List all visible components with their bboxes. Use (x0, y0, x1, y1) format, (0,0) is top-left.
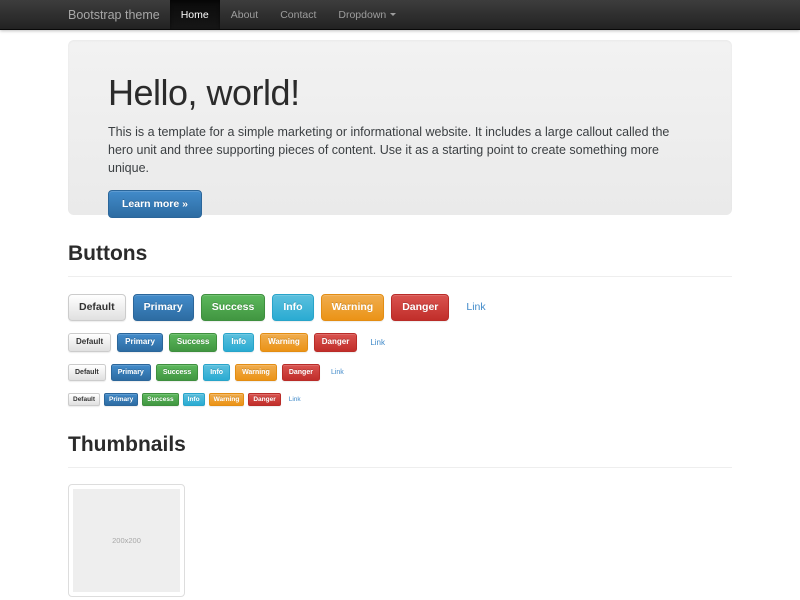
button-primary-lg[interactable]: Primary (133, 294, 194, 321)
button-link-lg[interactable]: Link (456, 295, 495, 320)
button-danger-sm[interactable]: Danger (282, 364, 320, 381)
button-primary-xs[interactable]: Primary (104, 393, 138, 406)
button-row-extra-small: Default Primary Success Info Warning Dan… (68, 393, 732, 406)
button-info-md[interactable]: Info (223, 333, 254, 353)
button-info-lg[interactable]: Info (272, 294, 313, 321)
learn-more-button[interactable]: Learn more » (108, 190, 202, 218)
button-link-xs[interactable]: Link (285, 394, 305, 405)
button-warning-lg[interactable]: Warning (321, 294, 385, 321)
button-danger-xs[interactable]: Danger (248, 393, 280, 406)
nav-item-dropdown-label: Dropdown (338, 0, 386, 30)
navbar-nav: Home About Contact Dropdown (170, 0, 408, 29)
button-danger-lg[interactable]: Danger (391, 294, 449, 321)
button-success-xs[interactable]: Success (142, 393, 178, 406)
nav-item-about[interactable]: About (220, 0, 269, 29)
button-success-md[interactable]: Success (169, 333, 217, 353)
button-row-small: Default Primary Success Info Warning Dan… (68, 364, 732, 381)
button-row-large: Default Primary Success Info Warning Dan… (68, 294, 732, 321)
button-link-sm[interactable]: Link (325, 366, 350, 380)
navbar: Bootstrap theme Home About Contact Dropd… (0, 0, 800, 30)
hero-unit: Hello, world! This is a template for a s… (68, 40, 732, 215)
button-warning-md[interactable]: Warning (260, 333, 308, 353)
button-info-sm[interactable]: Info (203, 364, 230, 381)
buttons-section-heading: Buttons (68, 242, 732, 277)
button-danger-md[interactable]: Danger (314, 333, 358, 353)
button-link-md[interactable]: Link (363, 333, 392, 351)
thumbnail[interactable]: 200x200 (68, 484, 185, 597)
nav-item-contact[interactable]: Contact (269, 0, 327, 29)
nav-item-dropdown[interactable]: Dropdown (327, 0, 407, 29)
button-row-default: Default Primary Success Info Warning Dan… (68, 333, 732, 353)
button-default-lg[interactable]: Default (68, 294, 126, 321)
caret-down-icon (390, 13, 396, 16)
thumbnails-section-heading: Thumbnails (68, 433, 732, 468)
nav-item-home[interactable]: Home (170, 0, 220, 29)
hero-description: This is a template for a simple marketin… (108, 124, 692, 177)
button-primary-sm[interactable]: Primary (111, 364, 151, 381)
thumbnail-placeholder-label: 200x200 (112, 536, 141, 545)
thumbnail-placeholder-image: 200x200 (73, 489, 180, 592)
hero-title: Hello, world! (108, 72, 692, 114)
button-warning-xs[interactable]: Warning (209, 393, 245, 406)
button-success-lg[interactable]: Success (201, 294, 266, 321)
button-warning-sm[interactable]: Warning (235, 364, 277, 381)
button-info-xs[interactable]: Info (183, 393, 205, 406)
button-default-md[interactable]: Default (68, 333, 111, 353)
button-success-sm[interactable]: Success (156, 364, 198, 381)
navbar-brand[interactable]: Bootstrap theme (68, 0, 160, 29)
button-primary-md[interactable]: Primary (117, 333, 163, 353)
button-default-sm[interactable]: Default (68, 364, 106, 381)
button-default-xs[interactable]: Default (68, 393, 100, 406)
